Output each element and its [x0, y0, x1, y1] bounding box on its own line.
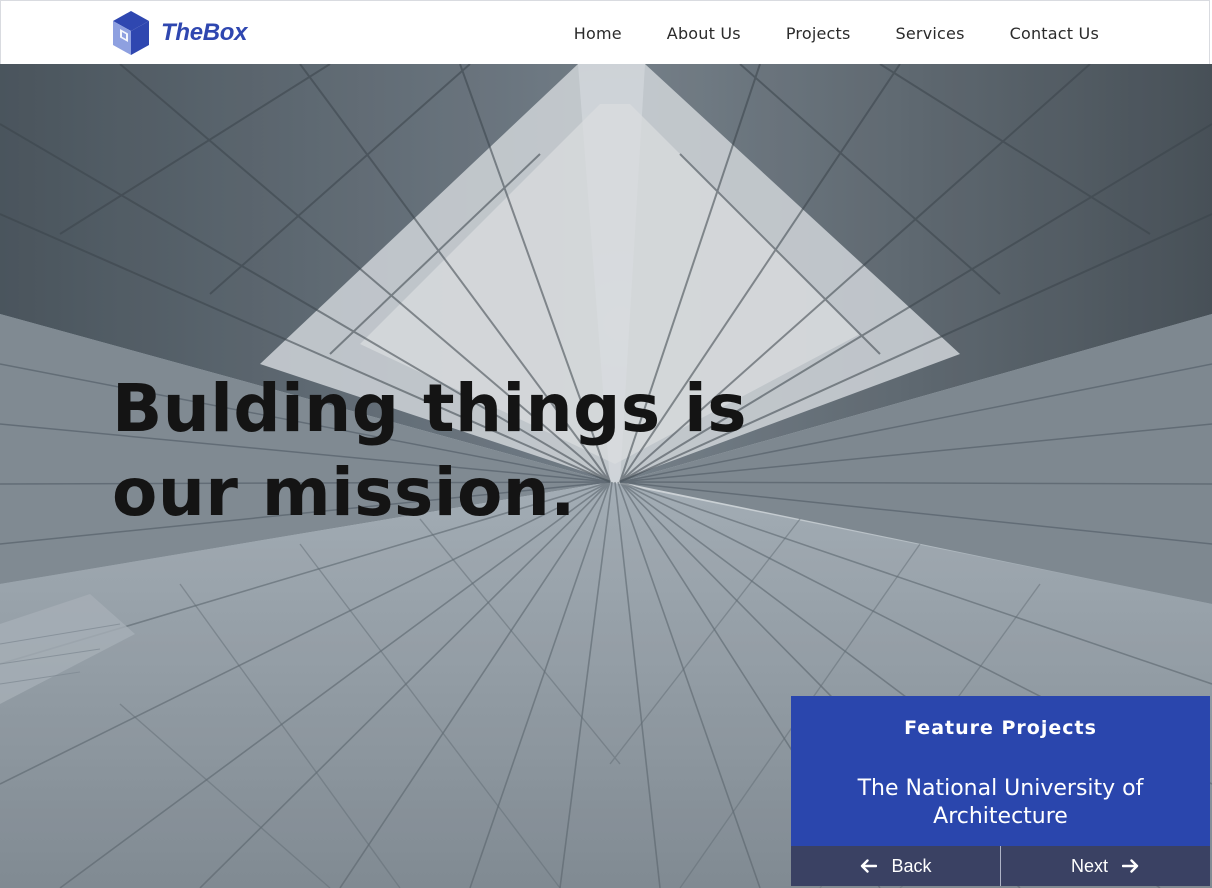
- nav-home[interactable]: Home: [574, 24, 622, 43]
- arrow-left-icon: [861, 859, 878, 873]
- back-button[interactable]: Back: [791, 846, 1001, 886]
- arrow-right-icon: [1122, 859, 1139, 873]
- nav-about-us[interactable]: About Us: [667, 24, 741, 43]
- cube-logo-icon: [113, 11, 149, 55]
- back-button-label: Back: [891, 855, 932, 876]
- nav-projects[interactable]: Projects: [786, 24, 851, 43]
- hero-headline: Bulding things is our mission.: [112, 367, 752, 535]
- feature-label: Feature Projects: [904, 717, 1097, 739]
- hero-section: Bulding things is our mission. Feature P…: [0, 64, 1212, 888]
- feature-card-body: Feature Projects The National University…: [791, 696, 1210, 846]
- main-nav: Home About Us Projects Services Contact …: [574, 1, 1099, 65]
- brand-logo[interactable]: TheBox: [111, 8, 248, 58]
- next-button[interactable]: Next: [1001, 846, 1210, 886]
- nav-services[interactable]: Services: [896, 24, 965, 43]
- brand-name: TheBox: [161, 19, 248, 46]
- next-button-label: Next: [1070, 855, 1108, 876]
- site-header: TheBox Home About Us Projects Services C…: [0, 0, 1210, 64]
- feature-project-title[interactable]: The National University of Architecture: [791, 775, 1210, 831]
- feature-nav: Back Next: [791, 846, 1210, 886]
- hero-headline-line1: Bulding things is: [112, 370, 748, 447]
- hero-headline-line2: our mission.: [112, 454, 576, 531]
- nav-contact-us[interactable]: Contact Us: [1010, 24, 1099, 43]
- feature-projects-card: Feature Projects The National University…: [791, 696, 1210, 888]
